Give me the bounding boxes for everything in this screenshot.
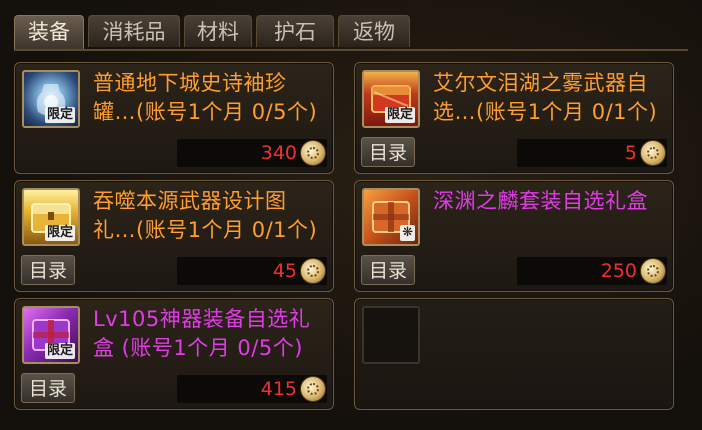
coin-icon	[640, 258, 666, 284]
item-name: 吞噬本源武器设计图 礼…(账号1个月 0/1个)	[93, 187, 327, 245]
item-name-line1: 深渊之麟套装自选礼盒	[433, 189, 648, 213]
purple-gift-box-icon: 限定	[22, 306, 80, 364]
item-price: 340	[260, 142, 297, 164]
item-price: 5	[624, 142, 637, 164]
coin-icon	[300, 376, 326, 402]
shop-item-card[interactable]: 限定 目录 Lv105神器装备自选礼 盒 (账号1个月 0/5个) 415	[14, 298, 334, 410]
tab-divider	[14, 49, 688, 51]
blue-crystal-jar-icon: 限定	[22, 70, 80, 128]
tab-talismans[interactable]: 护石	[256, 15, 334, 47]
tab-return-items[interactable]: 返物	[338, 15, 410, 47]
shop-item-card[interactable]: 限定 普通地下城史诗袖珍 罐…(账号1个月 0/5个) 340	[14, 62, 334, 174]
limited-badge: 限定	[44, 343, 75, 359]
price-bar: 5	[517, 139, 667, 167]
tab-materials[interactable]: 材料	[184, 15, 252, 47]
price-bar: 340	[177, 139, 327, 167]
tab-equipment[interactable]: 装备	[14, 15, 84, 49]
item-price: 45	[272, 260, 297, 282]
shop-item-card[interactable]: 限定 目录 吞噬本源武器设计图 礼…(账号1个月 0/1个) 45	[14, 180, 334, 292]
item-name: 普通地下城史诗袖珍 罐…(账号1个月 0/5个)	[93, 69, 327, 127]
empty-item-slot	[354, 298, 674, 410]
catalog-button[interactable]: 目录	[361, 137, 415, 167]
category-tabs: 装备 消耗品 材料 护石 返物	[14, 15, 410, 49]
shop-item-card[interactable]: 限定 目录 艾尔文泪湖之雾武器自 选…(账号1个月 0/1个) 5	[354, 62, 674, 174]
item-name-line1: 艾尔文泪湖之雾武器自	[433, 71, 648, 95]
coin-icon	[300, 258, 326, 284]
shop-item-card[interactable]: ❋ 目录 深渊之麟套装自选礼盒 250	[354, 180, 674, 292]
item-name-line1: Lv105神器装备自选礼	[93, 307, 311, 331]
price-bar: 250	[517, 257, 667, 285]
limited-badge: 限定	[44, 225, 75, 241]
item-price: 250	[600, 260, 637, 282]
empty-icon-slot	[362, 306, 420, 364]
item-name: 深渊之麟套装自选礼盒	[433, 187, 667, 216]
catalog-button[interactable]: 目录	[21, 255, 75, 285]
special-badge: ❋	[400, 225, 415, 241]
item-name-line2: 礼…(账号1个月 0/1个)	[93, 218, 318, 242]
coin-icon	[300, 140, 326, 166]
catalog-button[interactable]: 目录	[361, 255, 415, 285]
item-name-line1: 普通地下城史诗袖珍	[93, 71, 287, 95]
item-name-line2: 盒 (账号1个月 0/5个)	[93, 336, 303, 360]
price-bar: 45	[177, 257, 327, 285]
item-name: Lv105神器装备自选礼 盒 (账号1个月 0/5个)	[93, 305, 327, 363]
item-name-line1: 吞噬本源武器设计图	[93, 189, 287, 213]
limited-badge: 限定	[384, 107, 415, 123]
golden-chest-icon: 限定	[22, 188, 80, 246]
red-treasure-chest-icon: 限定	[362, 70, 420, 128]
item-name-line2: 罐…(账号1个月 0/5个)	[93, 100, 318, 124]
orange-gift-box-icon: ❋	[362, 188, 420, 246]
item-name-line2: 选…(账号1个月 0/1个)	[433, 100, 658, 124]
item-price: 415	[260, 378, 297, 400]
tab-consumables[interactable]: 消耗品	[88, 15, 180, 47]
item-name: 艾尔文泪湖之雾武器自 选…(账号1个月 0/1个)	[433, 69, 667, 127]
price-bar: 415	[177, 375, 327, 403]
limited-badge: 限定	[44, 107, 75, 123]
coin-icon	[640, 140, 666, 166]
catalog-button[interactable]: 目录	[21, 373, 75, 403]
